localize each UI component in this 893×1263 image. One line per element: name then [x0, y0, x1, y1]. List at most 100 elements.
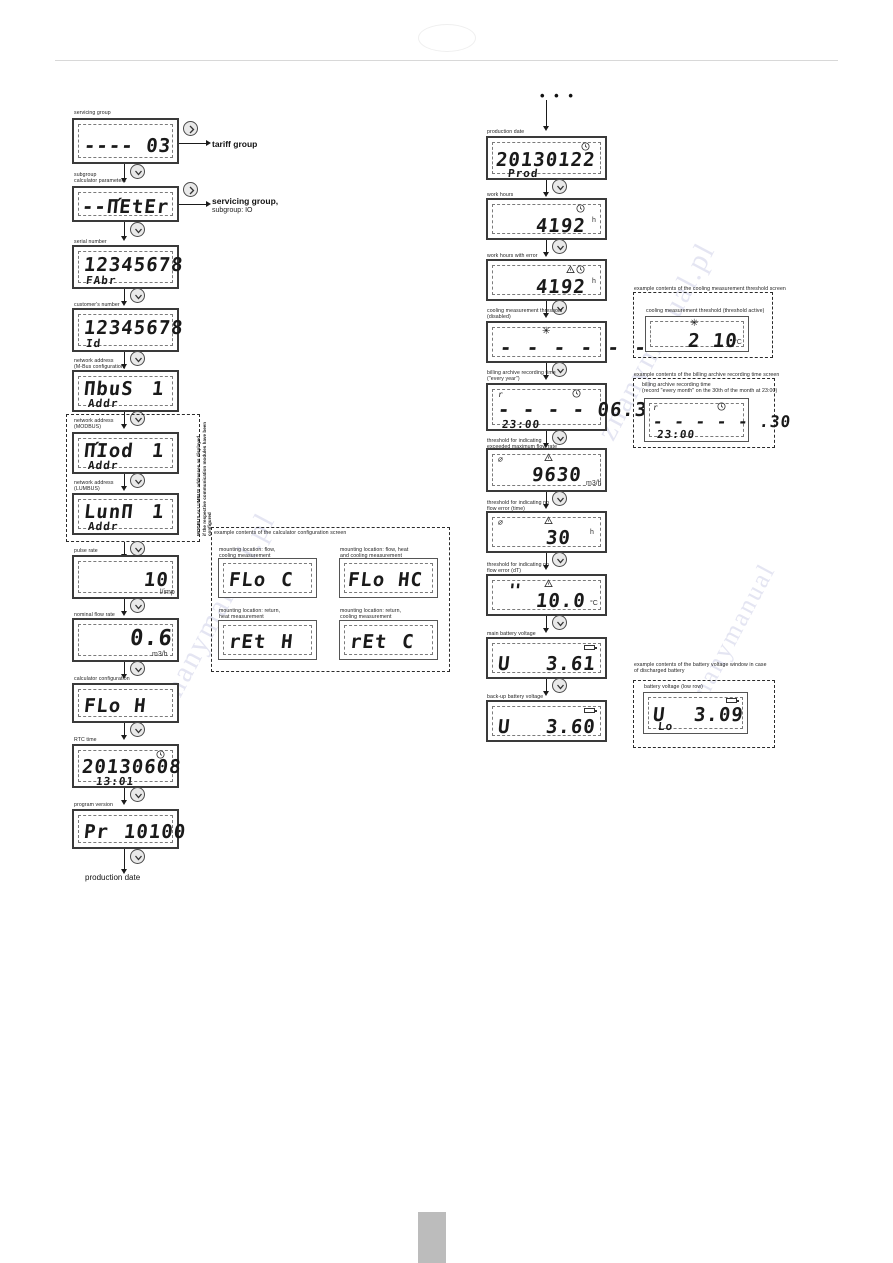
lcd-side-example-1: r - - - - - .30 23:00	[644, 398, 792, 442]
lcd-backup-battery-voltage: U 3.60	[486, 700, 607, 742]
lcd-unit-pulse-rate: l/imp	[160, 589, 175, 596]
lcd-side-example-2: U 3.09 Lo	[643, 692, 748, 734]
down-button-r1[interactable]	[552, 179, 567, 194]
next-group-button-2[interactable]	[183, 182, 198, 197]
page-footer-block	[418, 1212, 446, 1263]
battery-icon	[726, 698, 739, 703]
lcd-value-work-hours: 4192	[534, 215, 587, 237]
lcd-value-backup-battery-right: 3.60	[544, 716, 597, 738]
lcd-side-example-0-value: 2 10	[686, 330, 739, 352]
lcd-unit-no-flow-error-time: h	[590, 529, 594, 536]
lcd-value-backup-battery-left: U	[496, 716, 512, 738]
lcd-config-example-3-right: C	[400, 631, 416, 653]
caption-subgroup-calculator: subgroup calculator parameters	[74, 172, 126, 185]
config-example-caption-2: mounting location: return, heat measurem…	[219, 608, 281, 621]
down-button-4[interactable]	[130, 351, 145, 366]
lcd-network-address-modbus: ΠΊod 1 Addr	[72, 432, 179, 474]
caption-program-version: program version	[74, 802, 113, 808]
lcd-customers-number: 12345678 Id	[72, 308, 185, 352]
lcd-program-version: Pr 10100	[72, 809, 187, 849]
lcd-value-config-right: H	[132, 695, 148, 717]
down-button-11[interactable]	[130, 787, 145, 802]
lcd-sub-production-date: Prod	[507, 167, 540, 180]
lcd-max-flow-threshold: ⌀ 9630 m3/h	[486, 448, 607, 492]
lcd-value-program-version-left: Pr	[82, 821, 111, 843]
lcd-value-servicing-group: ---- 03	[82, 135, 173, 157]
lcd-subgroup-calculator: --ΠΈtEr	[72, 186, 179, 222]
lcd-config-example-3-left: rEt	[348, 631, 389, 653]
side-example-title-2: example contents of the battery voltage …	[634, 662, 767, 675]
lcd-value-program-version-right: 10100	[122, 821, 188, 843]
lcd-network-address-lumbus: LunΠ 1 Addr	[72, 493, 179, 535]
lcd-sub-lumbus: Addr	[87, 520, 120, 533]
lcd-billing-archive-time: r - - - - 06.30 23:00	[486, 383, 661, 431]
lcd-sub-billing-archive-time: 23:00	[501, 418, 541, 431]
side-example-caption-1: billing archive recording time (record "…	[642, 382, 778, 395]
warning-icon	[566, 265, 575, 276]
config-examples-title: example contents of the calculator confi…	[214, 530, 347, 536]
down-button-9[interactable]	[130, 661, 145, 676]
down-button-7[interactable]	[130, 541, 145, 556]
down-button-r9[interactable]	[552, 678, 567, 693]
lcd-value-modbus-right: 1	[150, 440, 166, 462]
lcd-network-address-mbus: ΠbuS 1 Addr	[72, 370, 179, 412]
lcd-config-example-1-left: FLo	[346, 569, 387, 591]
caption-network-address-lumbus: network address (LUMBUS)	[74, 480, 114, 493]
lcd-unit-max-flow-threshold: m3/h	[586, 480, 602, 487]
lcd-value-lumbus-right: 1	[150, 501, 166, 523]
lcd-no-flow-error-dt: ▮▮ 10.0 °C	[486, 574, 607, 616]
lcd-main-battery-voltage: U 3.61	[486, 637, 607, 679]
rotated-note-optional-addresses: MODBUS or LUMBUS addresses as displayed …	[196, 421, 213, 536]
lcd-servicing-group: ---- 03	[72, 118, 179, 164]
lcd-value-config-left: FLo	[82, 695, 123, 717]
label-production-date-end: production date	[85, 873, 141, 882]
caption-network-address-modbus: network address (MODBUS)	[74, 418, 114, 431]
down-button-1[interactable]	[130, 164, 145, 179]
lcd-sub-mbus: Addr	[87, 397, 120, 410]
battery-icon	[584, 645, 597, 650]
down-button-10[interactable]	[130, 722, 145, 737]
lcd-value-serial-number: 12345678	[82, 254, 185, 276]
lcd-value-pulse-rate: 10	[142, 569, 171, 591]
lcd-config-example-3: rEt C	[339, 620, 438, 660]
lcd-sub-customers-number: Id	[85, 337, 102, 350]
lcd-side-example-2-right: 3.09	[692, 704, 745, 726]
warning-icon	[544, 453, 553, 464]
lcd-config-example-0: FLo C	[218, 558, 317, 598]
lcd-serial-number: 12345678 FAbr	[72, 245, 185, 289]
down-button-8[interactable]	[130, 598, 145, 613]
lcd-config-example-1: FLo HC	[339, 558, 438, 598]
lcd-value-subgroup-calculator: --ΠΈtEr	[80, 196, 171, 218]
lcd-unit-nominal-flow-rate: m3/h	[152, 651, 168, 658]
side-example-title-1: example contents of the billing archive …	[634, 372, 780, 378]
caption-network-address-mbus: network address (M-Bus configuration)	[74, 358, 126, 371]
next-group-button-1[interactable]	[183, 121, 198, 136]
down-button-6[interactable]	[130, 473, 145, 488]
lcd-pulse-rate: 10 l/imp	[72, 555, 179, 599]
lcd-config-example-1-right: HC	[396, 569, 425, 591]
lcd-config-example-2-right: H	[279, 631, 295, 653]
down-button-r2[interactable]	[552, 239, 567, 254]
down-button-r7[interactable]	[552, 552, 567, 567]
caption-no-flow-error-dt: threshold for indicating no flow error (…	[487, 562, 550, 575]
warning-icon	[544, 516, 553, 527]
lcd-value-mbus-right: 1	[150, 378, 166, 400]
side-example-title-0: example contents of the cooling measurem…	[634, 286, 786, 292]
lcd-calculator-configuration: FLo H	[72, 683, 179, 723]
down-button-r6[interactable]	[552, 491, 567, 506]
lcd-production-date: 20130122 Prod	[486, 136, 607, 180]
snowflake-icon: ✳	[690, 318, 699, 329]
lcd-side-example-0-unit: °C	[734, 339, 742, 346]
page-header-logo	[418, 24, 476, 52]
lcd-config-example-0-right: C	[279, 569, 295, 591]
caption-calculator-configuration: calculator configuration	[74, 676, 130, 682]
lcd-work-hours-with-error: 4192 h	[486, 259, 607, 301]
snowflake-icon: ✳	[542, 326, 551, 337]
lcd-sub-rtc-time: 13:01	[95, 775, 135, 788]
down-button-r8[interactable]	[552, 615, 567, 630]
lcd-unit-work-hours-with-error: h	[592, 278, 596, 285]
down-button-2[interactable]	[130, 222, 145, 237]
down-button-12[interactable]	[130, 849, 145, 864]
down-button-3[interactable]	[130, 288, 145, 303]
lcd-value-main-battery-left: U	[496, 653, 512, 675]
